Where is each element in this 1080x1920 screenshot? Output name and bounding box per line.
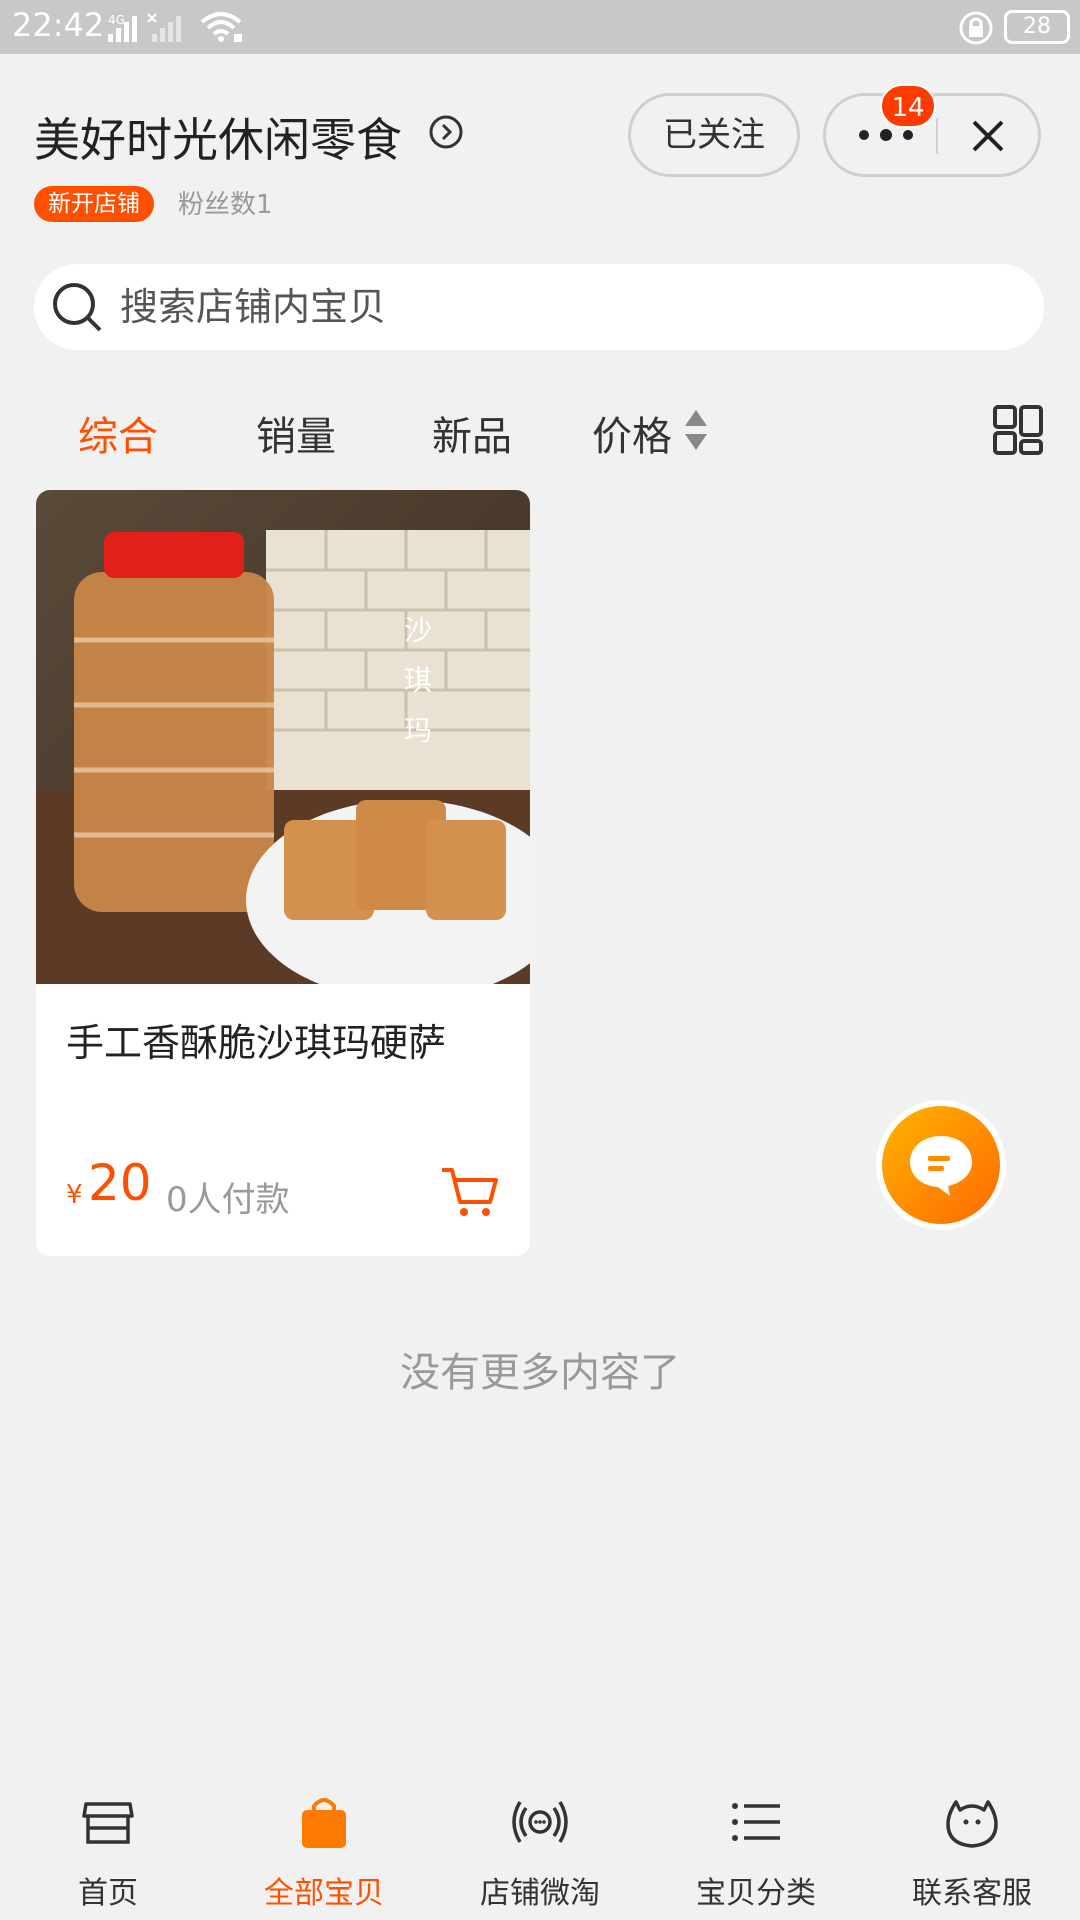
nav-home-label: 首页: [78, 1876, 138, 1911]
shop-name[interactable]: 美好时光休闲零食: [34, 104, 402, 170]
new-shop-badge: 新开店铺: [34, 186, 154, 222]
product-card[interactable]: 沙 琪 玛 手工香酥脆沙琪玛硬萨 ¥ 20 0人付款: [36, 490, 530, 1256]
nav-weitao-label: 店铺微淘: [480, 1876, 600, 1911]
broadcast-icon: [512, 1801, 568, 1843]
rotation-lock-icon: [959, 11, 993, 45]
status-bar: 22:42 4G 28: [0, 0, 1080, 54]
price-currency: ¥: [66, 1180, 83, 1210]
nav-categories-label: 宝贝分类: [696, 1876, 816, 1911]
nav-customer-service[interactable]: 联系客服: [864, 1780, 1080, 1920]
add-to-cart-icon[interactable]: [440, 1164, 500, 1220]
tab-sales[interactable]: 销量: [256, 404, 336, 462]
tab-comprehensive[interactable]: 综合: [78, 404, 158, 462]
sort-arrows-icon[interactable]: [682, 406, 710, 454]
service-face-icon: [946, 1800, 998, 1848]
nav-customer-service-label: 联系客服: [912, 1876, 1032, 1911]
product-image[interactable]: 沙 琪 玛: [36, 490, 530, 984]
nav-all-items-label: 全部宝贝: [264, 1876, 384, 1911]
message-count-badge: 14: [880, 84, 936, 128]
search-placeholder: 搜索店铺内宝贝: [120, 285, 387, 329]
fans-count: 粉丝数1: [178, 190, 273, 220]
follow-button[interactable]: 已关注: [628, 93, 800, 177]
shopping-bag-icon: [302, 1798, 346, 1848]
search-icon: [53, 283, 102, 332]
grid-view-icon[interactable]: [992, 404, 1044, 456]
product-image-text-1: 沙: [404, 614, 432, 647]
list-icon: [732, 1803, 780, 1841]
product-image-text-2: 琪: [404, 664, 432, 697]
tab-price[interactable]: 价格: [592, 404, 672, 462]
product-name[interactable]: 手工香酥脆沙琪玛硬萨: [66, 1012, 446, 1067]
product-price: 20: [88, 1154, 152, 1212]
network-type: 4G: [108, 13, 125, 27]
battery-level: 28: [1004, 10, 1070, 44]
list-end-text: 没有更多内容了: [400, 1350, 680, 1396]
wifi-icon: [200, 12, 242, 42]
product-image-text-3: 玛: [404, 714, 432, 747]
chevron-right-circle-icon[interactable]: [428, 114, 464, 150]
float-chat-circle: [882, 1106, 1000, 1224]
bottom-nav: 首页 全部宝贝 店铺微淘 宝贝分类 联系客服: [0, 1780, 1080, 1920]
search-bar[interactable]: 搜索店铺内宝贝: [34, 264, 1044, 350]
nav-categories[interactable]: 宝贝分类: [648, 1780, 864, 1920]
capsule-divider: [936, 118, 938, 154]
status-time: 22:42: [12, 6, 105, 44]
chat-bubble-icon: [910, 1136, 972, 1196]
sold-count: 0人付款: [166, 1180, 290, 1220]
nav-home[interactable]: 首页: [0, 1780, 216, 1920]
signal-icon: 4G: [108, 13, 181, 42]
nav-weitao[interactable]: 店铺微淘: [432, 1780, 648, 1920]
float-chat-button[interactable]: [876, 1100, 1006, 1230]
close-icon[interactable]: [966, 114, 1010, 158]
shop-front-icon: [82, 1802, 134, 1844]
tab-new[interactable]: 新品: [432, 404, 512, 462]
nav-all-items[interactable]: 全部宝贝: [216, 1780, 432, 1920]
